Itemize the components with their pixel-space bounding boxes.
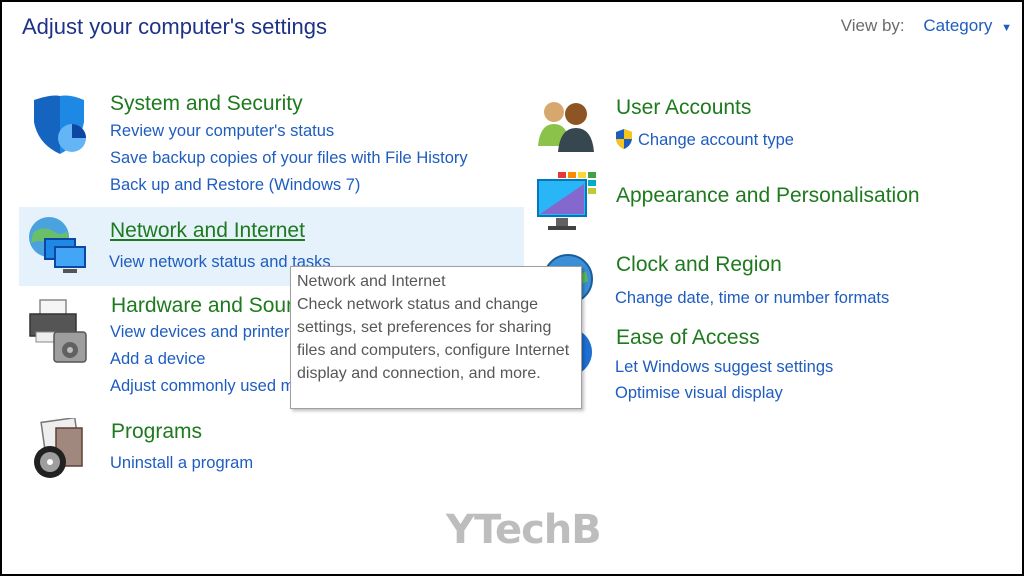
link-let-windows-suggest[interactable]: Let Windows suggest settings bbox=[615, 358, 833, 377]
link-backup-restore[interactable]: Back up and Restore (Windows 7) bbox=[110, 176, 360, 195]
category-clock-title[interactable]: Clock and Region bbox=[616, 253, 782, 277]
view-by: View by: Category ▼ bbox=[841, 16, 1012, 36]
network-globe-icon bbox=[29, 217, 86, 273]
category-appearance: Appearance and Personalisation bbox=[532, 168, 1012, 238]
programs-disc-icon bbox=[34, 418, 83, 478]
link-add-device[interactable]: Add a device bbox=[110, 350, 205, 369]
view-by-label: View by: bbox=[840, 16, 905, 35]
link-devices-printers[interactable]: View devices and printers bbox=[110, 323, 298, 342]
category-system-security: System and Security Review your computer… bbox=[20, 86, 525, 204]
tooltip-body: Check network status and change settings… bbox=[297, 296, 570, 382]
control-panel-window: Adjust your computer's settings View by:… bbox=[2, 2, 1022, 574]
watermark: YTechB bbox=[446, 507, 602, 553]
category-system-title[interactable]: System and Security bbox=[110, 92, 303, 116]
page-title: Adjust your computer's settings bbox=[22, 14, 328, 39]
uac-shield-icon bbox=[616, 129, 632, 149]
link-uninstall-program[interactable]: Uninstall a program bbox=[110, 454, 253, 473]
shield-icon bbox=[34, 95, 86, 154]
link-file-history[interactable]: Save backup copies of your files with Fi… bbox=[110, 149, 468, 168]
category-programs-title[interactable]: Programs bbox=[111, 420, 202, 444]
link-optimise-visual-display[interactable]: Optimise visual display bbox=[615, 384, 783, 403]
tooltip-network-internet: Network and Internet Check network statu… bbox=[290, 266, 582, 409]
users-icon bbox=[538, 102, 594, 152]
chevron-down-icon[interactable]: ▼ bbox=[1001, 22, 1012, 34]
category-users-title[interactable]: User Accounts bbox=[616, 96, 751, 120]
link-change-account-type[interactable]: Change account type bbox=[638, 131, 794, 150]
category-appearance-title[interactable]: Appearance and Personalisation bbox=[616, 184, 920, 208]
category-ease-title[interactable]: Ease of Access bbox=[616, 326, 760, 350]
link-change-date-formats[interactable]: Change date, time or number formats bbox=[615, 289, 889, 308]
category-programs: Programs Uninstall a program bbox=[20, 414, 525, 484]
tooltip-title: Network and Internet bbox=[297, 273, 446, 290]
printer-icon bbox=[29, 299, 87, 363]
category-network-title[interactable]: Network and Internet bbox=[110, 219, 305, 243]
monitor-color-icon bbox=[537, 172, 596, 230]
category-ease-of-access: Ease of Access Let Windows suggest setti… bbox=[532, 320, 952, 410]
link-review-status[interactable]: Review your computer's status bbox=[110, 122, 334, 141]
category-hardware-title[interactable]: Hardware and Sound bbox=[111, 294, 309, 318]
category-user-accounts: User Accounts Change account type bbox=[532, 92, 952, 162]
category-clock-region: Clock and Region Change date, time or nu… bbox=[532, 247, 952, 317]
view-by-dropdown[interactable]: Category bbox=[923, 16, 992, 35]
